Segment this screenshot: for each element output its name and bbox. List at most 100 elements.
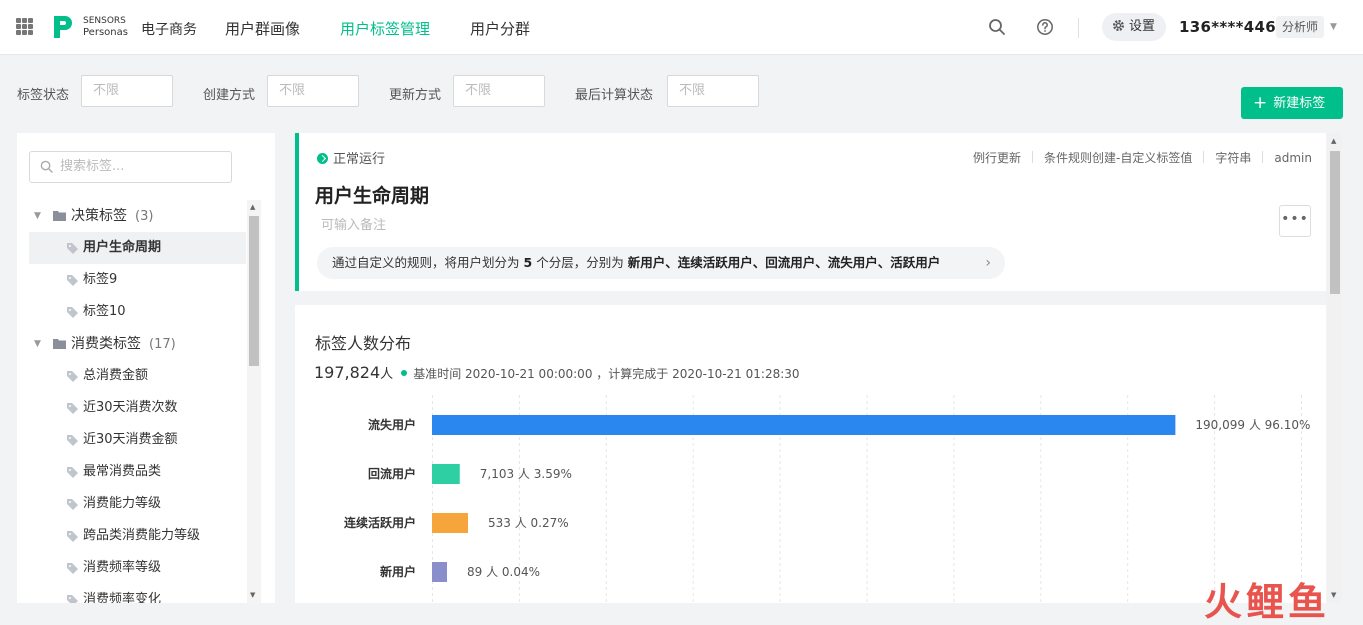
folder-icon bbox=[53, 211, 66, 221]
chevron-right-icon[interactable]: › bbox=[985, 247, 991, 279]
scroll-thumb[interactable] bbox=[1330, 151, 1340, 294]
caret-down-icon[interactable]: ▼ bbox=[34, 200, 41, 232]
tree-item-label: 用户生命周期 bbox=[83, 240, 162, 255]
top-navbar: SENSORS Personas 电子商务 用户群画像 用户标签管理 用户分群 … bbox=[0, 0, 1363, 55]
tree-group-count: (17) bbox=[149, 337, 176, 352]
tag-title: 用户生命周期 bbox=[315, 185, 430, 207]
tag-icon bbox=[67, 499, 78, 510]
settings-button[interactable]: 设置 bbox=[1102, 13, 1166, 41]
tree-item[interactable]: 最常消费品类 bbox=[29, 456, 246, 488]
total-unit: 人 bbox=[380, 367, 394, 382]
distribution-card: 标签人数分布 197,824人 基准时间 2020-10-21 00:00:00 … bbox=[295, 305, 1326, 603]
logo-line-1: SENSORS bbox=[83, 16, 126, 26]
tag-detail-card: 正常运行 例行更新 条件规则创建-自定义标签值 字符串 admin 用户生命周期 可输… bbox=[295, 133, 1326, 291]
folder-icon bbox=[53, 339, 66, 349]
main-scrollbar[interactable]: ▲ ▼ bbox=[1327, 133, 1342, 603]
tree-group-count: (3) bbox=[135, 209, 154, 224]
tag-icon bbox=[67, 307, 78, 318]
tag-icon bbox=[67, 371, 78, 382]
nav-divider bbox=[1078, 18, 1079, 38]
nav-user-portrait[interactable]: 用户群画像 bbox=[225, 18, 300, 39]
chart-bar bbox=[432, 464, 460, 484]
tree-item[interactable]: 总消费金额 bbox=[29, 360, 246, 392]
chart-bar bbox=[432, 562, 447, 582]
status-indicator: 正常运行 bbox=[317, 148, 385, 167]
tag-icon bbox=[67, 595, 78, 603]
tag-search-placeholder: 搜索标签... bbox=[60, 159, 125, 174]
apps-grid-icon[interactable] bbox=[16, 18, 33, 35]
filter-label-status: 标签状态 bbox=[17, 88, 70, 103]
scroll-up-icon[interactable]: ▲ bbox=[1331, 137, 1336, 145]
tree-item-label: 跨品类消费能力等级 bbox=[83, 528, 201, 543]
sidebar-scrollbar[interactable]: ▲ ▼ bbox=[247, 200, 261, 603]
tree-item[interactable]: 近30天消费金额 bbox=[29, 424, 246, 456]
filter-label-create-method: 创建方式 bbox=[203, 88, 256, 103]
filter-select-status[interactable]: 不限 bbox=[81, 75, 173, 107]
scroll-down-icon[interactable]: ▼ bbox=[250, 591, 255, 599]
tree-item[interactable]: 近30天消费次数 bbox=[29, 392, 246, 424]
filter-select-create-method[interactable]: 不限 bbox=[267, 75, 359, 107]
tree-item-label: 消费能力等级 bbox=[83, 496, 162, 511]
chart-category-label: 流失用户 bbox=[368, 417, 416, 432]
tree-item-label: 消费频率变化 bbox=[83, 592, 162, 603]
meta-create-method: 条件规则创建-自定义标签值 bbox=[1044, 151, 1193, 165]
watermark-logo: 火鲤鱼 bbox=[1204, 580, 1330, 623]
more-actions-button[interactable]: ••• bbox=[1279, 205, 1311, 237]
calc-basis-text: 基准时间 2020-10-21 00:00:00 ，计算完成于 2020-10-… bbox=[413, 367, 800, 381]
filter-label-last-calc: 最后计算状态 bbox=[575, 88, 654, 103]
tree-item-label: 标签9 bbox=[83, 272, 118, 287]
nav-ecommerce[interactable]: 电子商务 bbox=[141, 19, 197, 39]
distribution-title: 标签人数分布 bbox=[315, 334, 412, 353]
remark-input[interactable]: 可输入备注 bbox=[321, 214, 386, 233]
logo-text: SENSORS Personas bbox=[83, 16, 128, 38]
running-status-icon bbox=[317, 153, 328, 164]
total-count: 197,824 bbox=[314, 363, 381, 382]
settings-label: 设置 bbox=[1129, 19, 1156, 34]
search-icon[interactable] bbox=[988, 18, 1006, 36]
status-text: 正常运行 bbox=[333, 152, 386, 167]
scroll-thumb[interactable] bbox=[249, 216, 259, 366]
chart-value-label: 7,103 人 3.59% bbox=[480, 467, 572, 481]
watermark-text: 火鲤鱼 bbox=[1204, 580, 1330, 623]
tree-item-selected[interactable]: 用户生命周期 bbox=[29, 232, 246, 264]
chart-category-label: 新用户 bbox=[380, 564, 416, 579]
tag-meta: 例行更新 条件规则创建-自定义标签值 字符串 admin bbox=[973, 149, 1312, 166]
rule-middle: 个分层，分别为 bbox=[536, 255, 624, 270]
filter-select-last-calc[interactable]: 不限 bbox=[667, 75, 759, 107]
meta-update-type: 例行更新 bbox=[973, 151, 1022, 165]
tag-icon bbox=[67, 275, 78, 286]
logo-line-2: Personas bbox=[83, 27, 128, 38]
nav-user-segments[interactable]: 用户分群 bbox=[470, 18, 530, 39]
tag-icon bbox=[67, 403, 78, 414]
tag-search-input[interactable]: 搜索标签... bbox=[29, 151, 232, 183]
tree-group-decision[interactable]: ▼ 决策标签 (3) bbox=[29, 200, 246, 232]
new-tag-button[interactable]: + 新建标签 bbox=[1241, 87, 1343, 119]
tree-item[interactable]: 消费能力等级 bbox=[29, 488, 246, 520]
tag-icon bbox=[67, 243, 78, 254]
plus-icon: + bbox=[1253, 93, 1268, 113]
tag-tree: ▼ 决策标签 (3) 用户生命周期 标签9 标签10 ▼ 消费类标签 (17) 总消… bbox=[29, 200, 246, 603]
tree-item[interactable]: 标签9 bbox=[29, 264, 246, 296]
tree-group-consumption[interactable]: ▼ 消费类标签 (17) bbox=[29, 328, 246, 360]
help-icon[interactable] bbox=[1036, 18, 1054, 36]
tree-group-label: 消费类标签 bbox=[71, 336, 141, 352]
caret-down-icon[interactable]: ▼ bbox=[34, 328, 41, 360]
search-icon bbox=[40, 160, 53, 173]
chart-category-label: 连续活跃用户 bbox=[344, 515, 416, 530]
distribution-bar-chart: 流失用户 190,099 人 96.10% 回流用户 7,103 人 3.59% 连续活… bbox=[344, 395, 1310, 603]
tree-item[interactable]: 消费频率变化 bbox=[29, 584, 246, 603]
tree-item[interactable]: 消费频率等级 bbox=[29, 552, 246, 584]
tree-item-label: 最常消费品类 bbox=[83, 464, 162, 479]
filter-select-update-method[interactable]: 不限 bbox=[453, 75, 545, 107]
tree-item[interactable]: 跨品类消费能力等级 bbox=[29, 520, 246, 552]
user-account[interactable]: 136****4464 bbox=[1179, 18, 1287, 36]
chevron-down-icon[interactable]: ▼ bbox=[1330, 22, 1337, 32]
chart-value-label: 533 人 0.27% bbox=[488, 516, 569, 530]
tree-item[interactable]: 标签10 bbox=[29, 296, 246, 328]
nav-tag-management[interactable]: 用户标签管理 bbox=[340, 18, 430, 39]
rule-prefix: 通过自定义的规则，将用户划分为 bbox=[332, 255, 520, 270]
tag-icon bbox=[67, 435, 78, 446]
scroll-up-icon[interactable]: ▲ bbox=[250, 203, 255, 211]
role-badge[interactable]: 分析师 bbox=[1276, 16, 1325, 38]
rule-summary[interactable]: 通过自定义的规则，将用户划分为 5 个分层，分别为 新用户、连续活跃用户、回流用… bbox=[317, 247, 1005, 279]
